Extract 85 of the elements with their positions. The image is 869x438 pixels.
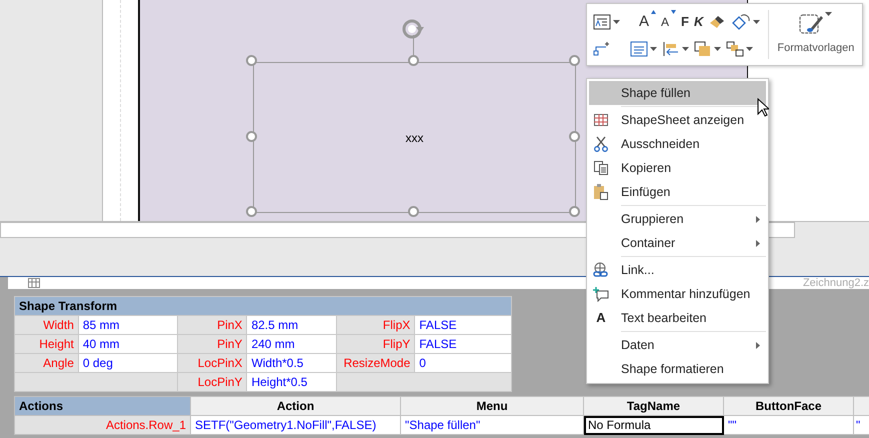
cell-value[interactable]: FALSE xyxy=(414,316,512,334)
menu-item[interactable]: Daten xyxy=(589,333,766,357)
resize-handle[interactable] xyxy=(569,130,580,142)
shape-outline-icon xyxy=(731,12,752,30)
menu-item[interactable]: Shape füllen xyxy=(589,81,766,105)
resize-handle[interactable] xyxy=(246,55,257,66)
cell-value[interactable]: 82.5 mm xyxy=(246,316,337,334)
menu-item[interactable]: Einfügen xyxy=(589,180,766,204)
cell-name: Height xyxy=(14,334,78,354)
rotate-handle-icon[interactable] xyxy=(402,18,426,40)
column-header: Action xyxy=(190,396,400,416)
resize-handle[interactable] xyxy=(246,206,257,217)
cell-name: LocPinX xyxy=(177,354,247,372)
caret-icon xyxy=(682,46,689,50)
send-backward-icon xyxy=(726,40,744,56)
decrease-icon xyxy=(671,10,676,14)
caret-icon xyxy=(714,46,721,50)
cell-name: LocPinY xyxy=(177,372,247,392)
cell-name: Width xyxy=(14,316,78,334)
copy-icon xyxy=(594,161,608,175)
resize-handle[interactable] xyxy=(569,55,580,66)
table-cell[interactable]: SETF("Geometry1.NoFill",FALSE) xyxy=(190,416,400,434)
menu-item[interactable]: Gruppieren xyxy=(589,207,766,231)
caret-icon xyxy=(753,20,760,24)
cell-name: PinY xyxy=(177,334,247,354)
rectangle-shape[interactable]: xxx xyxy=(253,62,576,213)
column-header: Menu xyxy=(400,396,584,416)
shape-text: xxx xyxy=(406,130,424,146)
submenu-arrow-icon xyxy=(756,240,760,246)
resize-handle[interactable] xyxy=(408,55,418,66)
caret-icon xyxy=(746,46,753,50)
table-cell[interactable]: No Formula xyxy=(584,416,724,434)
cell-value[interactable]: Height*0.5 xyxy=(246,372,337,392)
clipboard-icon xyxy=(594,184,608,200)
column-header: Actions xyxy=(14,396,190,416)
grow-font-button[interactable]: A xyxy=(637,10,658,34)
paintbrush-icon xyxy=(708,14,726,30)
connector-icon xyxy=(593,40,611,56)
sheet-icon xyxy=(28,278,40,288)
cell-value[interactable]: 240 mm xyxy=(246,334,337,354)
cell-name: FlipY xyxy=(336,334,415,354)
section-header: Shape Transform xyxy=(14,296,512,316)
bring-forward-icon xyxy=(694,40,712,56)
cell-value[interactable]: 85 mm xyxy=(78,316,178,334)
position-icon xyxy=(662,40,680,56)
scissors-icon xyxy=(594,136,608,152)
increase-icon xyxy=(651,10,656,14)
cell-value[interactable]: Width*0.5 xyxy=(246,354,337,372)
shape-styles-icon xyxy=(799,12,826,36)
menu-item[interactable]: ShapeSheet anzeigen xyxy=(589,108,766,132)
submenu-arrow-icon xyxy=(756,216,760,222)
column-header: TagName xyxy=(584,396,724,416)
shape-style-icon xyxy=(593,14,611,30)
menu-item[interactable]: A Text bearbeiten xyxy=(589,306,766,330)
cell-value[interactable]: FALSE xyxy=(414,334,512,354)
menu-item[interactable]: Kommentar hinzufügen xyxy=(589,282,766,306)
bold-button[interactable]: F xyxy=(679,10,691,34)
menu-item[interactable]: Link... xyxy=(589,258,766,282)
caret-icon xyxy=(825,12,832,16)
table-cell[interactable]: "Shape füllen" xyxy=(400,416,584,434)
align-text-icon xyxy=(630,40,648,56)
menu-item[interactable]: Kopieren xyxy=(589,156,766,180)
cell-name: PinX xyxy=(177,316,247,334)
caret-icon xyxy=(613,20,620,24)
resize-handle[interactable] xyxy=(246,130,257,142)
comment-add-icon xyxy=(593,286,609,302)
resize-handle[interactable] xyxy=(569,206,580,217)
styles-button[interactable]: Formatvorlagen xyxy=(775,8,856,61)
column-header: ButtonFace xyxy=(724,396,854,416)
submenu-arrow-icon xyxy=(756,342,760,348)
cell-name: Angle xyxy=(14,354,78,372)
resize-handle[interactable] xyxy=(408,206,418,217)
menu-item[interactable]: Shape formatieren xyxy=(589,357,766,381)
table-icon xyxy=(594,114,608,126)
globe-link-icon xyxy=(593,262,609,278)
text-edit-icon: A xyxy=(596,308,606,328)
italic-button[interactable]: K xyxy=(692,10,706,34)
menu-item[interactable]: Ausschneiden xyxy=(589,132,766,156)
cell-name: ResizeMode xyxy=(336,354,415,372)
cell-value[interactable]: 40 mm xyxy=(78,334,178,354)
cell-name: FlipX xyxy=(336,316,415,334)
shrink-font-button[interactable]: A xyxy=(659,10,678,34)
table-cell[interactable]: "" xyxy=(724,416,854,434)
menu-item[interactable]: Container xyxy=(589,231,766,255)
caret-icon xyxy=(650,46,657,50)
